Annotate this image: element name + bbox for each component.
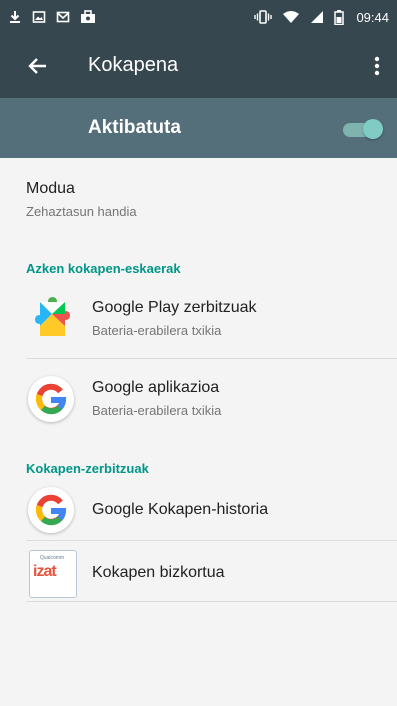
status-time: 09:44	[356, 9, 389, 25]
list-item-google-app[interactable]: Google aplikazioa Bateria-erabilera txik…	[0, 359, 397, 439]
list-item-location-history[interactable]: Google Kokapen-historia	[0, 480, 397, 540]
more-vertical-icon[interactable]	[371, 54, 383, 78]
master-toggle-bar[interactable]: Aktibatuta	[0, 98, 397, 158]
status-bar: 09:44	[0, 0, 397, 34]
list-item-subtitle: Bateria-erabilera txikia	[92, 403, 222, 418]
list-item-title: Kokapen bizkortua	[92, 564, 225, 581]
izat-icon-caption: Qualcomm	[39, 555, 65, 561]
mode-label: Modua	[26, 180, 75, 197]
wifi-icon	[283, 11, 300, 23]
download-icon	[10, 11, 20, 23]
list-item-subtitle: Bateria-erabilera txikia	[92, 323, 222, 338]
page-title: Kokapena	[88, 54, 179, 76]
signal-icon	[311, 11, 324, 23]
google-play-services-icon	[35, 297, 70, 336]
vibrate-icon	[254, 10, 273, 24]
google-g-icon	[28, 487, 74, 533]
list-item-title: Google Kokapen-historia	[92, 501, 269, 518]
mail-icon	[56, 11, 70, 23]
image-icon	[32, 11, 46, 23]
mode-setting[interactable]: Modua Zehaztasun handia	[0, 158, 397, 230]
list-item-google-play-services[interactable]: Google Play zerbitzuak Bateria-erabilera…	[0, 282, 397, 358]
status-right-icons: 09:44	[254, 9, 389, 25]
section-header-recent: Azken kokapen-eskaerak	[26, 261, 181, 276]
app-toolbar: Kokapena	[0, 34, 397, 98]
divider	[26, 601, 397, 602]
status-left-icons	[8, 10, 96, 24]
list-item-izat[interactable]: Qualcomm izat Kokapen bizkortua	[0, 541, 397, 601]
izat-icon: Qualcomm izat	[29, 550, 77, 598]
mode-value: Zehaztasun handia	[26, 204, 137, 219]
list-item-title: Google Play zerbitzuak	[92, 299, 257, 316]
list-item-title: Google aplikazioa	[92, 379, 220, 396]
arrow-left-icon[interactable]	[26, 54, 50, 78]
section-header-services: Kokapen-zerbitzuak	[26, 461, 149, 476]
google-g-icon	[28, 376, 74, 422]
briefcase-icon	[81, 10, 95, 23]
switch-thumb	[363, 119, 383, 139]
location-switch[interactable]	[343, 118, 383, 140]
battery-icon	[334, 9, 345, 25]
master-toggle-label: Aktibatuta	[88, 117, 181, 138]
izat-icon-wordmark: izat	[33, 563, 57, 580]
